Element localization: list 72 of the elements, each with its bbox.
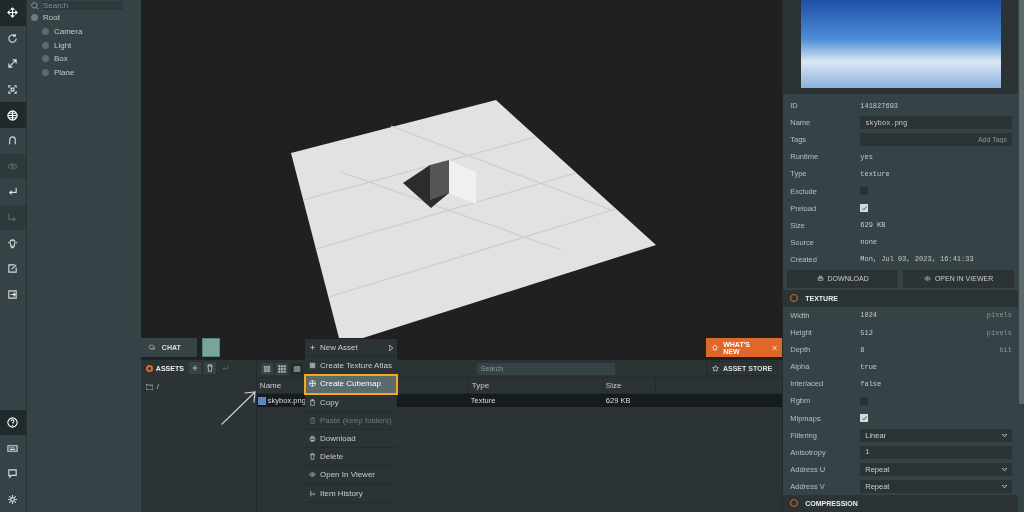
grid-icon xyxy=(277,364,286,373)
scrollbar[interactable] xyxy=(1019,0,1024,404)
keyboard-icon xyxy=(7,442,19,454)
delete-button[interactable] xyxy=(203,362,216,375)
menu-item[interactable]: Item History xyxy=(305,484,397,503)
scale-icon xyxy=(7,58,19,70)
plus-icon xyxy=(309,344,316,352)
caret-icon xyxy=(1002,467,1007,471)
light-bulb-icon xyxy=(7,237,19,249)
column-header[interactable]: Type xyxy=(468,378,603,394)
globe-icon xyxy=(309,380,316,388)
search-icon xyxy=(30,1,39,10)
grid-icon xyxy=(309,362,316,370)
caret-icon xyxy=(1002,433,1007,437)
add-button[interactable] xyxy=(188,362,201,375)
star-icon xyxy=(711,365,719,373)
tree-item[interactable]: Root xyxy=(42,13,60,23)
edit-icon xyxy=(7,263,19,275)
view-toggle-button[interactable] xyxy=(290,362,303,375)
menu-item[interactable]: New Asset xyxy=(305,339,397,358)
tree-item[interactable]: Box xyxy=(53,54,68,64)
view-toggle-button[interactable] xyxy=(275,362,288,375)
folder-icon xyxy=(145,383,153,390)
column-header[interactable]: Size xyxy=(602,378,656,394)
chat-icon xyxy=(7,468,19,480)
grid-icon xyxy=(262,364,271,373)
trash-icon xyxy=(205,364,214,373)
assets-icon xyxy=(145,364,153,372)
tree-item[interactable]: Light xyxy=(53,40,72,50)
help-button[interactable] xyxy=(0,409,26,436)
checkmark-icon xyxy=(860,204,868,212)
menu-item[interactable]: Open In Viewer xyxy=(305,466,397,485)
plus-icon xyxy=(190,364,199,373)
corner-arrow-icon xyxy=(7,212,19,224)
move-icon xyxy=(7,7,19,19)
exit-icon xyxy=(7,288,19,300)
clipboard-icon xyxy=(309,398,316,406)
search-field[interactable]: Search xyxy=(42,1,123,10)
return-arrow-icon xyxy=(220,364,229,373)
tree-item[interactable]: Plane xyxy=(53,68,75,78)
help-icon xyxy=(7,416,19,428)
clipboard-icon xyxy=(309,416,316,424)
checkbox[interactable] xyxy=(860,204,869,213)
menu-item[interactable]: Copy xyxy=(305,393,397,412)
eye-icon xyxy=(923,275,931,283)
tree-item[interactable]: Camera xyxy=(53,27,83,37)
branch-icon xyxy=(309,489,316,497)
menu-item[interactable]: Create Cubemap xyxy=(305,375,397,394)
light-bulb-icon xyxy=(711,343,720,352)
list-icon xyxy=(292,364,301,373)
trash-icon xyxy=(309,453,316,461)
rotate-icon xyxy=(7,32,19,44)
settings-icon xyxy=(7,493,19,505)
eye-icon xyxy=(7,160,19,172)
move-tool-button[interactable] xyxy=(0,0,26,26)
folder-item[interactable]: / xyxy=(156,382,160,392)
image-file-icon xyxy=(257,396,266,405)
globe-icon xyxy=(7,109,19,121)
view-toggle-button[interactable] xyxy=(260,362,273,375)
caret-icon xyxy=(1002,484,1007,488)
checkbox[interactable] xyxy=(860,414,869,423)
menu-item[interactable]: Download xyxy=(305,429,397,449)
avatar[interactable] xyxy=(201,338,220,357)
eye-icon xyxy=(309,471,316,479)
resize-icon xyxy=(7,84,19,96)
globe-tool-button[interactable] xyxy=(0,102,26,128)
magnet-icon xyxy=(7,135,19,147)
checkmark-icon xyxy=(860,414,868,422)
menu-item[interactable]: Delete xyxy=(305,448,397,467)
printer-icon xyxy=(816,275,824,283)
printer-icon xyxy=(309,435,316,443)
chat-icon xyxy=(147,343,156,352)
